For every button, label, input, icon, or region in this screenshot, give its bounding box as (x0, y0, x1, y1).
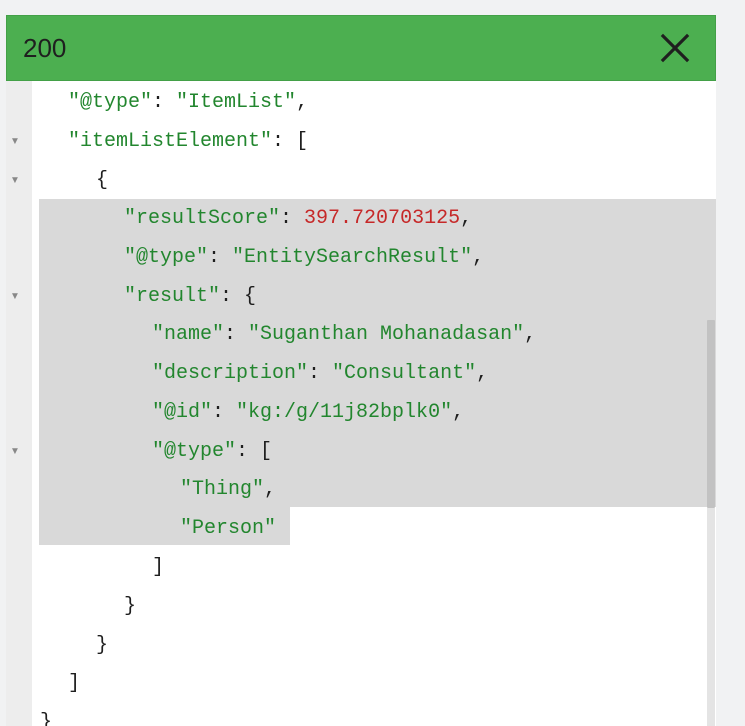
response-header: 200 (6, 15, 716, 81)
line-gutter: ▼ ▼ ▼ ▼ (6, 81, 32, 726)
fold-toggle-icon[interactable]: ▼ (10, 446, 20, 458)
close-button[interactable] (657, 30, 693, 66)
code-line: "@type": [ (152, 440, 273, 463)
code-line: { (96, 169, 109, 192)
json-viewer[interactable]: "@type": "ItemList", "itemListElement": … (32, 81, 716, 726)
scrollbar-track-lower[interactable] (707, 508, 715, 726)
code-line: "name": "Suganthan Mohanadasan", (152, 323, 537, 346)
code-line: "resultScore": 397.720703125, (124, 207, 473, 230)
close-icon (660, 33, 690, 63)
code-line: "description": "Consultant", (152, 362, 489, 385)
code-line: "@id": "kg:/g/11j82bplk0", (152, 401, 465, 424)
code-line: "Thing", (180, 478, 277, 501)
code-line: "Person" (180, 517, 277, 540)
code-line: "@type": "EntitySearchResult", (124, 246, 485, 269)
code-line: } (40, 711, 53, 726)
status-code: 200 (23, 33, 67, 63)
code-line: ] (152, 556, 165, 579)
fold-toggle-icon[interactable]: ▼ (10, 175, 20, 187)
response-panel: 200 ▼ ▼ ▼ ▼ "@type": "ItemList", "itemLi… (6, 15, 716, 726)
fold-toggle-icon[interactable]: ▼ (10, 291, 20, 303)
fold-toggle-icon[interactable]: ▼ (10, 136, 20, 148)
scrollbar-thumb[interactable] (707, 320, 715, 508)
code-line: } (124, 595, 137, 618)
code-line: ] (68, 672, 81, 695)
code-line: "@type": "ItemList", (68, 91, 309, 114)
code-line: "result": { (124, 285, 257, 308)
code-line: } (96, 634, 109, 657)
code-line: "itemListElement": [ (68, 130, 309, 153)
